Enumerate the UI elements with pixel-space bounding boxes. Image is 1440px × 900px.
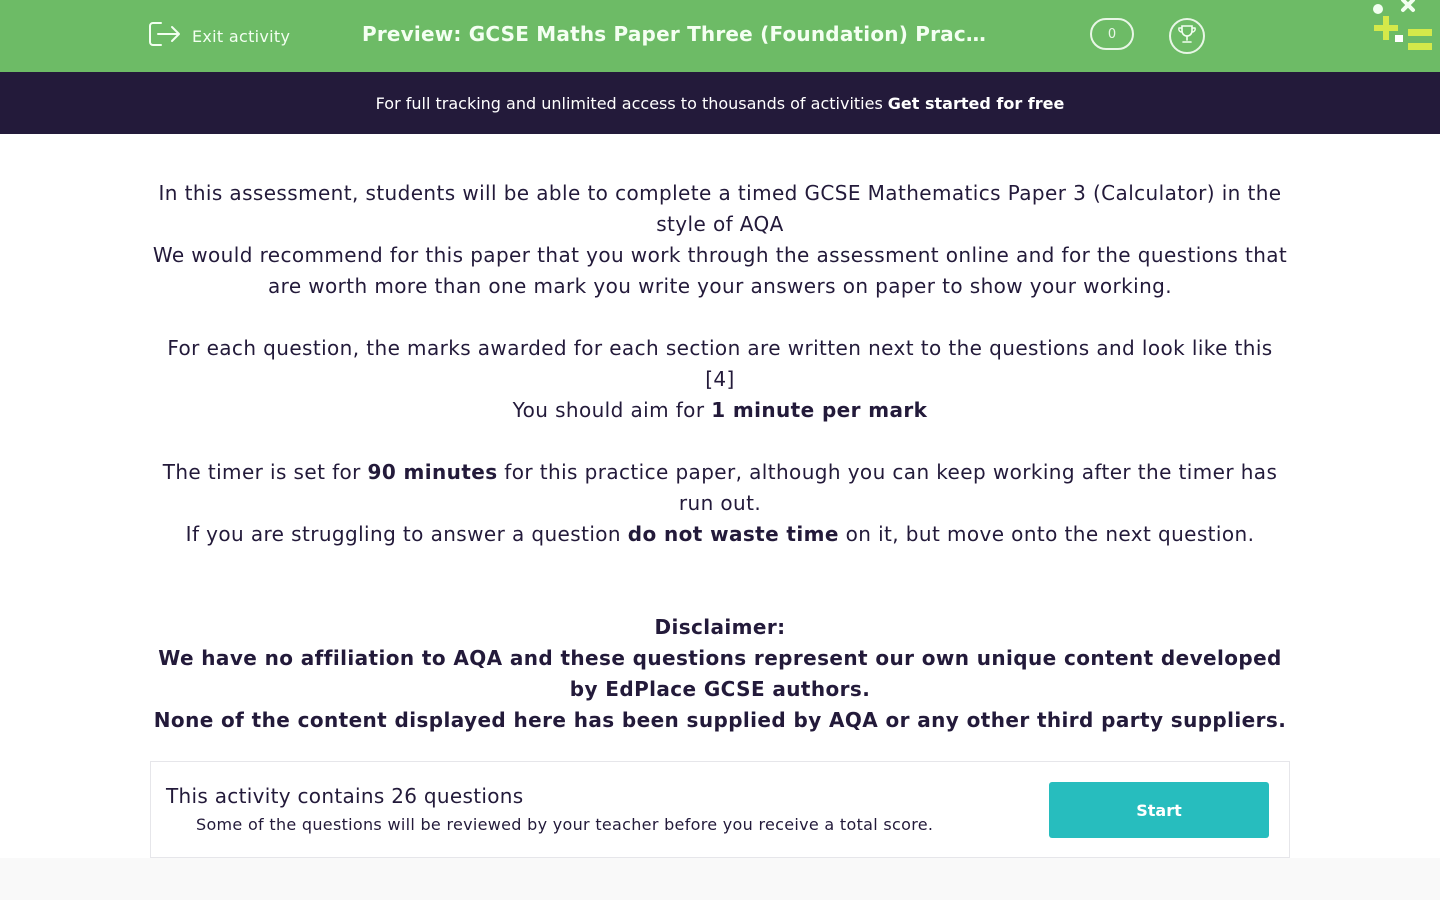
disclaimer-title: Disclaimer: xyxy=(150,612,1290,643)
trophy-icon xyxy=(1176,23,1198,49)
intro-paragraph-3: For each question, the marks awarded for… xyxy=(167,336,1273,391)
top-bar: Exit activity Preview: GCSE Maths Paper … xyxy=(0,0,1440,72)
trophy-button[interactable] xyxy=(1169,18,1205,54)
disclaimer-line-1: We have no affiliation to AQA and these … xyxy=(150,643,1290,705)
struggle-text-pre: If you are struggling to answer a questi… xyxy=(185,522,628,546)
aim-emphasis: 1 minute per mark xyxy=(711,398,928,422)
edplace-logo xyxy=(1362,0,1440,60)
main-content: In this assessment, students will be abl… xyxy=(0,134,1440,858)
review-notice: Some of the questions will be reviewed b… xyxy=(196,815,934,834)
activity-summary-card: This activity contains 26 questions Some… xyxy=(150,761,1290,858)
intro-paragraph-2: We would recommend for this paper that y… xyxy=(152,243,1288,298)
intro-paragraph-6: If you are struggling to answer a questi… xyxy=(150,519,1290,550)
start-button[interactable]: Start xyxy=(1049,782,1269,838)
disclaimer-line-2-text: None of the content displayed here has b… xyxy=(153,708,1287,732)
exit-activity-label: Exit activity xyxy=(192,26,291,46)
exit-icon xyxy=(148,20,182,52)
get-started-link[interactable]: Get started for free xyxy=(888,94,1065,113)
struggle-emphasis: do not waste time xyxy=(627,522,839,546)
timer-text-post: for this practice paper, although you ca… xyxy=(497,460,1278,515)
aim-text: You should aim for xyxy=(512,398,712,422)
intro-paragraph-4: You should aim for 1 minute per mark xyxy=(150,395,1290,426)
activity-title: Preview: GCSE Maths Paper Three (Foundat… xyxy=(362,22,992,46)
timer-emphasis: 90 minutes xyxy=(367,460,498,484)
disclaimer-line-1-text: We have no affiliation to AQA and these … xyxy=(158,646,1282,701)
question-count: This activity contains 26 questions xyxy=(166,784,524,808)
disclaimer-line-2: None of the content displayed here has b… xyxy=(150,705,1290,736)
disclaimer-title-text: Disclaimer: xyxy=(654,615,786,639)
promo-banner: For full tracking and unlimited access t… xyxy=(0,72,1440,134)
exit-activity-button[interactable]: Exit activity xyxy=(148,20,290,52)
intro-paragraph-1: In this assessment, students will be abl… xyxy=(158,181,1282,236)
timer-text-pre: The timer is set for xyxy=(162,460,368,484)
score-badge: 0 xyxy=(1090,18,1134,50)
intro-paragraph-5: The timer is set for 90 minutes for this… xyxy=(150,457,1290,519)
struggle-text-post: on it, but move onto the next question. xyxy=(838,522,1255,546)
activity-intro: In this assessment, students will be abl… xyxy=(150,178,1290,736)
banner-text: For full tracking and unlimited access t… xyxy=(375,93,883,113)
